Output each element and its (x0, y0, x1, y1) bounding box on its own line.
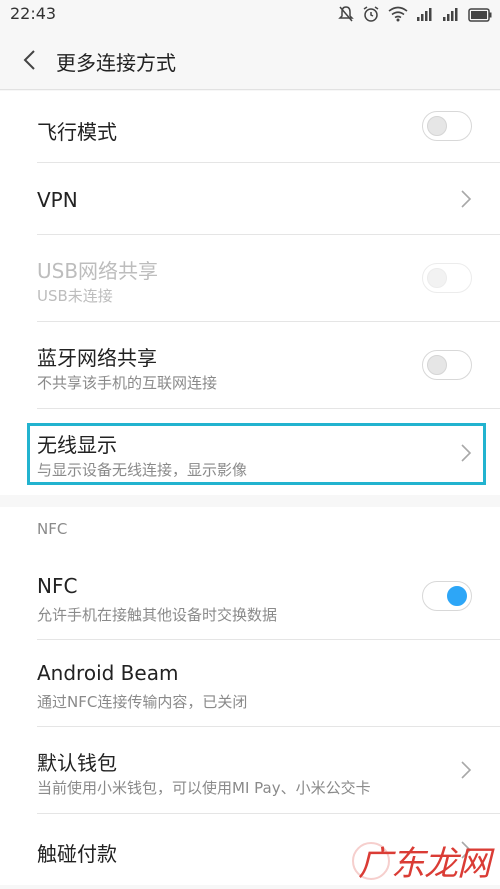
usb-tethering-toggle (422, 263, 472, 293)
battery-icon (468, 7, 492, 26)
item-label: 默认钱包 (37, 751, 117, 775)
signal-icon (442, 6, 460, 26)
alarm-icon (362, 5, 380, 27)
item-label: Android Beam (37, 661, 179, 685)
chevron-right-icon (460, 443, 472, 463)
list-item-bluetooth-tethering[interactable]: 蓝牙网络共享 不共享该手机的互联网连接 (0, 322, 500, 409)
item-subtitle: 不共享该手机的互联网连接 (37, 374, 218, 392)
mute-icon (338, 5, 354, 27)
item-label: 飞行模式 (37, 120, 117, 144)
bluetooth-tethering-toggle[interactable] (422, 350, 472, 380)
list-item-usb-tethering: USB网络共享 USB未连接 (0, 235, 500, 322)
status-icons (338, 5, 492, 27)
item-label: 蓝牙网络共享 (37, 346, 157, 370)
list-item-default-wallet[interactable]: 默认钱包 当前使用小米钱包，可以使用MI Pay、小米公交卡 (0, 727, 500, 814)
list-item-vpn[interactable]: VPN (0, 163, 500, 235)
toggle-knob (427, 268, 447, 288)
nfc-card: NFC 允许手机在接触其他设备时交换数据 Android Beam 通过NFC连… (0, 507, 500, 885)
list-item-airplane-mode[interactable]: 飞行模式 (0, 91, 500, 163)
item-subtitle: 通过NFC连接传输内容，已关闭 (37, 693, 248, 711)
item-label: USB网络共享 (37, 259, 159, 283)
status-bar: 22:43 (0, 0, 500, 30)
watermark: 广东龙网 (352, 836, 491, 885)
chevron-right-icon (460, 189, 472, 209)
item-subtitle: 允许手机在接触其他设备时交换数据 (37, 606, 278, 624)
nfc-section-header: NFC (37, 520, 68, 538)
list-item-android-beam[interactable]: Android Beam 通过NFC连接传输内容，已关闭 (0, 640, 500, 727)
list-item-nfc[interactable]: NFC 允许手机在接触其他设备时交换数据 (0, 552, 500, 640)
connections-card: 飞行模式 VPN USB网络共享 USB未连接 蓝牙网络共享 不共享该手机的互联… (0, 91, 500, 495)
status-time: 22:43 (10, 4, 57, 23)
toggle-knob (427, 116, 447, 136)
page-title: 更多连接方式 (56, 51, 176, 75)
item-subtitle: 当前使用小米钱包，可以使用MI Pay、小米公交卡 (37, 779, 371, 797)
item-label: 触碰付款 (37, 842, 117, 866)
item-label: VPN (37, 188, 78, 212)
signal-icon (416, 6, 434, 26)
item-subtitle: 与显示设备无线连接，显示影像 (37, 461, 248, 479)
airplane-mode-toggle[interactable] (422, 111, 472, 141)
item-label: NFC (37, 574, 78, 598)
item-subtitle: USB未连接 (37, 287, 113, 305)
toggle-knob (427, 355, 447, 375)
wifi-icon (388, 6, 408, 26)
nfc-toggle[interactable] (422, 581, 472, 611)
chevron-right-icon (460, 760, 472, 780)
app-bar: 更多连接方式 (0, 30, 500, 90)
back-arrow-icon[interactable] (18, 46, 42, 74)
toggle-knob (447, 586, 467, 606)
list-item-wireless-display[interactable]: 无线显示 与显示设备无线连接，显示影像 (0, 409, 500, 495)
item-label: 无线显示 (37, 433, 117, 457)
